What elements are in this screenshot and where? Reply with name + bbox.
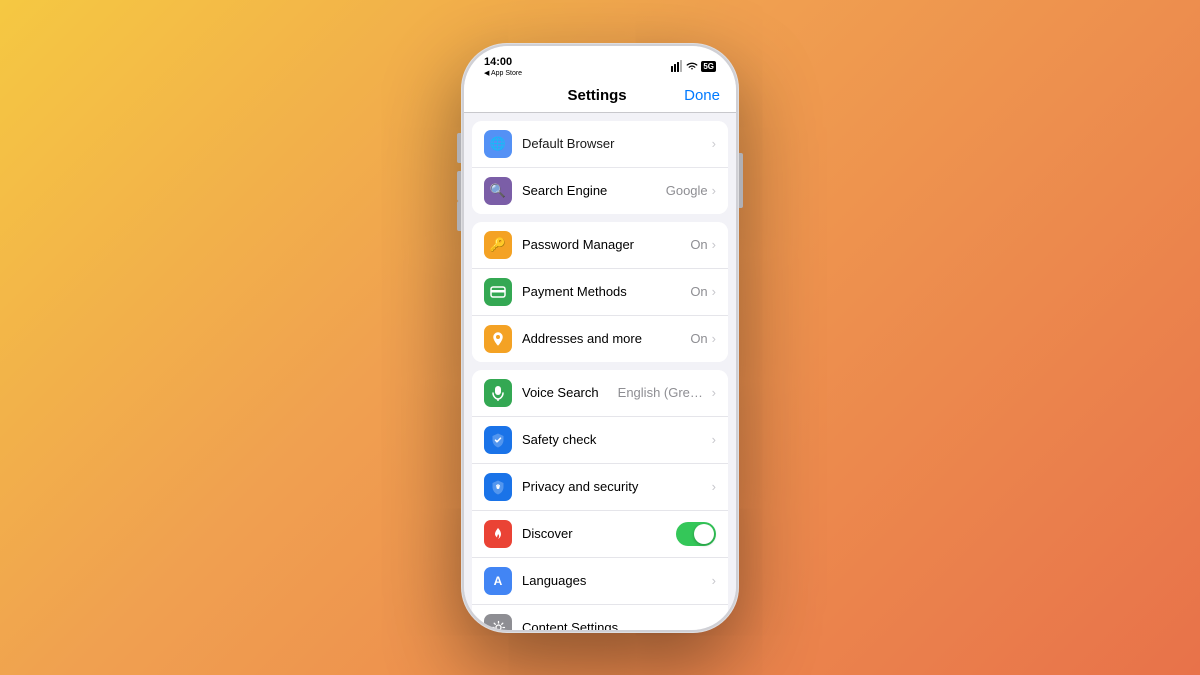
done-button[interactable]: Done [684, 87, 720, 104]
checkmark-shield-icon [490, 432, 506, 448]
default-browser-icon: 🌐 [484, 130, 512, 158]
safety-check-chevron: › [712, 432, 716, 447]
languages-label: Languages [522, 573, 712, 588]
search-engine-value: Google [666, 183, 708, 198]
list-item-voice-search[interactable]: Voice Search English (Great Brit... › [472, 370, 728, 417]
privacy-security-label: Privacy and security [522, 479, 712, 494]
settings-group-1: 🌐 Default Browser › 🔍 Search Engine Goog… [472, 121, 728, 214]
password-manager-label: Password Manager [522, 237, 690, 252]
list-item-default-browser[interactable]: 🌐 Default Browser › [472, 121, 728, 168]
list-item-discover[interactable]: Discover [472, 511, 728, 558]
toggle-knob [694, 524, 714, 544]
list-item-privacy-security[interactable]: Privacy and security › [472, 464, 728, 511]
status-app-store: ◀ App Store [484, 69, 522, 77]
languages-chevron: › [712, 573, 716, 588]
default-browser-label: Default Browser [522, 136, 712, 151]
content-settings-icon [484, 614, 512, 630]
nav-bar: Settings Done [464, 81, 736, 113]
credit-card-icon [490, 284, 506, 300]
content-settings-label: Content Settings [522, 620, 712, 629]
addresses-label: Addresses and more [522, 331, 690, 346]
phone-frame: 14:00 ◀ App Store 5G [461, 43, 739, 633]
default-browser-chevron: › [712, 136, 716, 151]
addresses-value: On [690, 331, 707, 346]
addresses-icon [484, 325, 512, 353]
voice-search-icon [484, 379, 512, 407]
list-item-languages[interactable]: A Languages › [472, 558, 728, 605]
network-badge: 5G [701, 61, 716, 72]
voice-search-value: English (Great Brit... [618, 385, 708, 400]
status-bar: 14:00 ◀ App Store 5G [464, 46, 736, 81]
password-manager-value: On [690, 237, 707, 252]
discover-flame-icon [490, 526, 506, 542]
password-manager-chevron: › [712, 237, 716, 252]
payment-methods-label: Payment Methods [522, 284, 690, 299]
privacy-security-chevron: › [712, 479, 716, 494]
password-manager-icon: 🔑 [484, 231, 512, 259]
wifi-icon [686, 60, 698, 72]
payment-methods-chevron: › [712, 284, 716, 299]
microphone-icon [491, 385, 505, 401]
list-item-safety-check[interactable]: Safety check › [472, 417, 728, 464]
languages-icon: A [484, 567, 512, 595]
signal-icon [671, 60, 683, 72]
voice-search-label: Voice Search [522, 385, 618, 400]
settings-group-2: 🔑 Password Manager On › Payment Methods … [472, 222, 728, 362]
pin-icon [490, 331, 506, 347]
privacy-security-icon [484, 473, 512, 501]
status-icons: 5G [671, 60, 716, 72]
phone-screen: 14:00 ◀ App Store 5G [464, 46, 736, 630]
list-item-search-engine[interactable]: 🔍 Search Engine Google › [472, 168, 728, 214]
shield-lock-icon [490, 479, 506, 495]
content-settings-chevron: › [712, 620, 716, 629]
settings-group-3: Voice Search English (Great Brit... › Sa… [472, 370, 728, 630]
search-engine-icon: 🔍 [484, 177, 512, 205]
discover-icon [484, 520, 512, 548]
addresses-chevron: › [712, 331, 716, 346]
voice-search-chevron: › [712, 385, 716, 400]
nav-title: Settings [567, 87, 626, 104]
search-engine-chevron: › [712, 183, 716, 198]
discover-toggle[interactable] [676, 522, 716, 546]
payment-methods-icon [484, 278, 512, 306]
safety-check-icon [484, 426, 512, 454]
list-item-payment-methods[interactable]: Payment Methods On › [472, 269, 728, 316]
safety-check-label: Safety check [522, 432, 712, 447]
settings-scroll[interactable]: 🌐 Default Browser › 🔍 Search Engine Goog… [464, 113, 736, 630]
search-engine-label: Search Engine [522, 183, 666, 198]
list-item-password-manager[interactable]: 🔑 Password Manager On › [472, 222, 728, 269]
discover-label: Discover [522, 526, 676, 541]
status-time: 14:00 [484, 56, 512, 69]
list-item-addresses[interactable]: Addresses and more On › [472, 316, 728, 362]
list-item-content-settings[interactable]: Content Settings › [472, 605, 728, 630]
payment-methods-value: On [690, 284, 707, 299]
gear-icon [491, 620, 506, 629]
